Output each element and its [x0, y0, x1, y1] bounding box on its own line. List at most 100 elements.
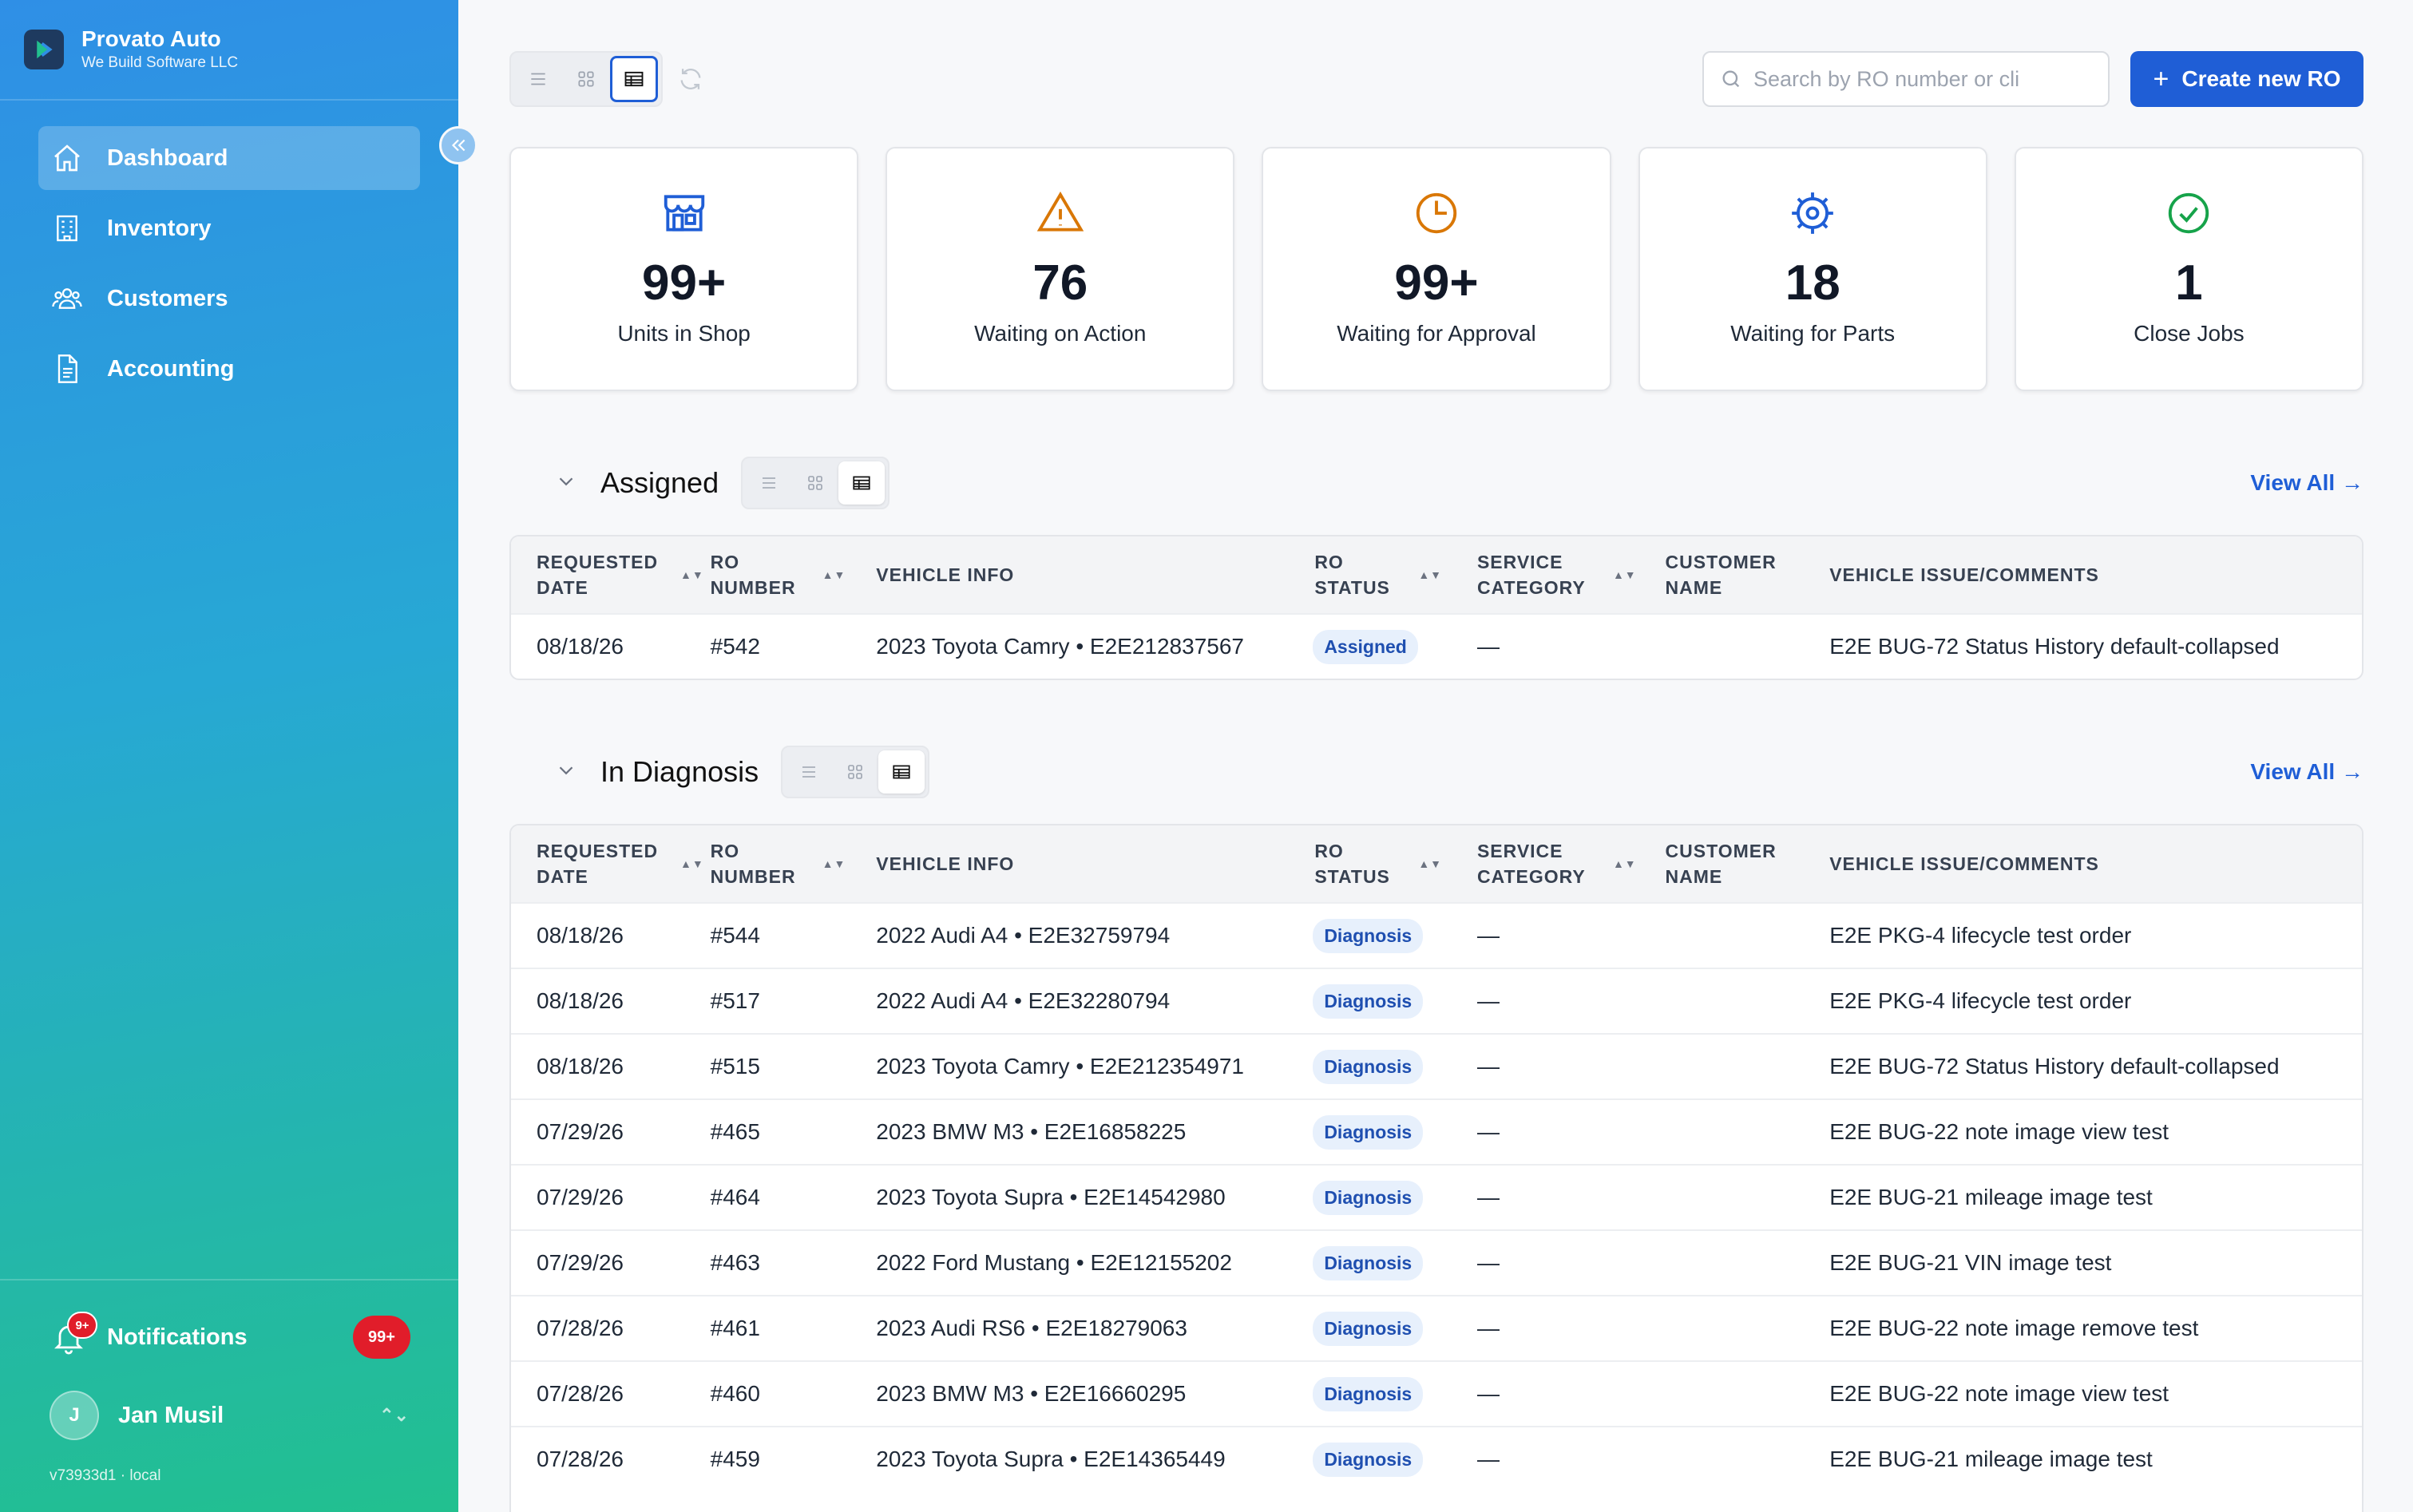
plus-icon: +: [2153, 63, 2169, 94]
cell-ro: #465: [710, 1119, 760, 1144]
sidebar-item-accounting[interactable]: Accounting: [38, 337, 420, 401]
table-row[interactable]: 07/28/26 #459 2023 Toyota Supra • E2E14365…: [511, 1426, 2362, 1491]
cell-vehicle: 2022 Ford Mustang • E2E12155202: [876, 1250, 1232, 1275]
chevron-down-icon[interactable]: [554, 758, 578, 786]
table-row[interactable]: 07/28/26 #460 2023 BMW M3 • E2E16660295 Dia…: [511, 1360, 2362, 1426]
column-header-service-category[interactable]: SERVICE CATEGORY ▲▼: [1477, 549, 1666, 600]
refresh-button[interactable]: [677, 65, 704, 97]
view-all-link[interactable]: View All →: [2250, 470, 2363, 496]
column-header-requested-date[interactable]: REQUESTED DATE ▲▼: [511, 838, 711, 889]
sidebar-item-customers[interactable]: Customers: [38, 267, 420, 331]
brand-subtitle: We Build Software LLC: [81, 54, 239, 71]
table-body: 08/18/26 #544 2022 Audi A4 • E2E32759794 Di…: [511, 902, 2362, 1491]
table-view-button[interactable]: [838, 461, 886, 505]
notifications-button[interactable]: 9+ Notifications 99+: [51, 1309, 410, 1365]
stat-card-waiting-for-parts[interactable]: 18 Waiting for Parts: [1638, 147, 1987, 391]
stat-label: Waiting for Approval: [1337, 321, 1536, 346]
cell-status: Diagnosis: [1313, 984, 1477, 1019]
sort-icon: ▲▼: [1612, 857, 1637, 870]
avatar: J: [50, 1391, 99, 1440]
column-header-customer-name[interactable]: CUSTOMER NAME: [1666, 838, 1830, 889]
table-row[interactable]: 07/28/26 #461 2023 Audi RS6 • E2E18279063 D…: [511, 1295, 2362, 1360]
column-header-vehicle-issue[interactable]: VEHICLE ISSUE/COMMENTS: [1829, 851, 2362, 877]
search-box[interactable]: [1702, 51, 2110, 107]
collapse-sidebar-button[interactable]: [439, 126, 477, 164]
cell-ro: #460: [710, 1381, 760, 1406]
brand-name: Provato Auto: [81, 26, 221, 51]
refresh-icon: [680, 69, 701, 89]
sort-icon: ▲▼: [680, 568, 704, 581]
table-row[interactable]: 08/18/26 #542 2023 Toyota Camry • E2E212…: [511, 613, 2362, 679]
table-row[interactable]: 07/29/26 #465 2023 BMW M3 • E2E16858225 Dia…: [511, 1098, 2362, 1164]
user-name: Jan Musil: [118, 1402, 224, 1428]
stat-card-units-in-shop[interactable]: 99+ Units in Shop: [509, 147, 859, 391]
table-row[interactable]: 08/18/26 #544 2022 Audi A4 • E2E32759794 Di…: [511, 902, 2362, 968]
cell-ro: #542: [710, 634, 760, 659]
grid-icon: [808, 476, 822, 490]
cell-vehicle: 2023 Toyota Supra • E2E14542980: [876, 1185, 1226, 1209]
section-header-assigned: Assigned View All →: [509, 455, 2363, 511]
column-header-ro-status[interactable]: RO STATUS ▲▼: [1314, 549, 1477, 600]
user-menu[interactable]: J Jan Musil ⌃⌄: [50, 1389, 409, 1442]
table-row[interactable]: 07/29/26 #463 2022 Ford Mustang • E2E12155…: [511, 1229, 2362, 1295]
stat-card-waiting-on-action[interactable]: 76 Waiting on Action: [886, 147, 1235, 391]
grid-view-button[interactable]: [792, 461, 838, 505]
cell-vehicle: 2023 Toyota Supra • E2E14365449: [876, 1447, 1226, 1471]
cell-ro: #464: [710, 1185, 760, 1209]
table-row[interactable]: 08/18/26 #515 2023 Toyota Camry • E2E21235…: [511, 1033, 2362, 1098]
table-row[interactable]: 07/29/26 #464 2023 Toyota Supra • E2E14542…: [511, 1164, 2362, 1229]
column-header-vehicle-info[interactable]: VEHICLE INFO: [876, 562, 1314, 588]
cell-category: —: [1476, 1250, 1500, 1275]
column-header-ro-number[interactable]: RO NUMBER ▲▼: [711, 549, 877, 600]
cell-date: 08/18/26: [537, 1054, 624, 1079]
column-header-service-category[interactable]: SERVICE CATEGORY ▲▼: [1477, 838, 1666, 889]
search-input[interactable]: [1753, 66, 2073, 92]
cell-date: 07/29/26: [537, 1185, 624, 1209]
chevron-up-down-icon: ⌃⌄: [379, 1405, 409, 1425]
double-chevron-left-icon: [451, 139, 466, 152]
stat-card-close-jobs[interactable]: 1 Close Jobs: [2014, 147, 2364, 391]
cell-ro: #517: [710, 988, 760, 1013]
document-icon: [57, 354, 77, 383]
list-icon: [531, 73, 545, 85]
cell-vehicle: 2022 Audi A4 • E2E32280794: [876, 988, 1171, 1013]
cell-ro: #459: [710, 1447, 760, 1471]
table-view-button[interactable]: [878, 750, 925, 794]
grid-view-button[interactable]: [832, 750, 878, 794]
column-header-vehicle-issue[interactable]: VEHICLE ISSUE/COMMENTS: [1829, 562, 2362, 588]
cell-issue: E2E BUG-21 mileage image test: [1829, 1447, 2153, 1471]
cell-ro: #461: [710, 1316, 760, 1340]
column-header-vehicle-info[interactable]: VEHICLE INFO: [876, 851, 1314, 877]
brand[interactable]: Provato Auto We Build Software LLC: [0, 0, 458, 101]
cell-status: Diagnosis: [1313, 1442, 1477, 1477]
grid-view-button[interactable]: [562, 56, 610, 102]
status-badge: Diagnosis: [1313, 1442, 1424, 1477]
status-badge: Diagnosis: [1313, 1049, 1424, 1084]
column-header-ro-status[interactable]: RO STATUS ▲▼: [1314, 838, 1477, 889]
column-header-ro-number[interactable]: RO NUMBER ▲▼: [711, 838, 877, 889]
table-header: REQUESTED DATE ▲▼ RO NUMBER ▲▼ VEHICLE INF…: [511, 536, 2362, 613]
brand-logo-icon: [24, 30, 64, 69]
list-view-button[interactable]: [746, 461, 792, 505]
status-badge: Diagnosis: [1313, 1114, 1424, 1150]
cell-issue: E2E BUG-72 Status History default-collap…: [1829, 1054, 2280, 1079]
table-view-button[interactable]: [610, 56, 658, 102]
list-view-button[interactable]: [514, 56, 562, 102]
sort-icon: ▲▼: [1418, 568, 1443, 581]
chevron-down-icon[interactable]: [554, 469, 578, 497]
toolbar: + Create new RO: [509, 51, 2363, 107]
sort-icon: ▲▼: [1418, 857, 1443, 870]
cell-issue: E2E BUG-22 note image view test: [1829, 1381, 2169, 1406]
sidebar-item-inventory[interactable]: Inventory: [38, 196, 420, 260]
sidebar-item-dashboard[interactable]: Dashboard: [38, 126, 420, 190]
column-header-requested-date[interactable]: REQUESTED DATE ▲▼: [511, 549, 711, 600]
create-new-ro-button[interactable]: + Create new RO: [2130, 51, 2363, 107]
table-row[interactable]: 08/18/26 #517 2022 Audi A4 • E2E32280794 Di…: [511, 968, 2362, 1033]
cell-status: Diagnosis: [1313, 918, 1477, 953]
cell-issue: E2E BUG-21 VIN image test: [1829, 1250, 2112, 1275]
list-icon: [763, 477, 776, 489]
list-view-button[interactable]: [786, 750, 832, 794]
view-all-link[interactable]: View All →: [2250, 759, 2363, 785]
column-header-customer-name[interactable]: CUSTOMER NAME: [1666, 549, 1830, 600]
stat-card-waiting-for-approval[interactable]: 99+ Waiting for Approval: [1262, 147, 1611, 391]
